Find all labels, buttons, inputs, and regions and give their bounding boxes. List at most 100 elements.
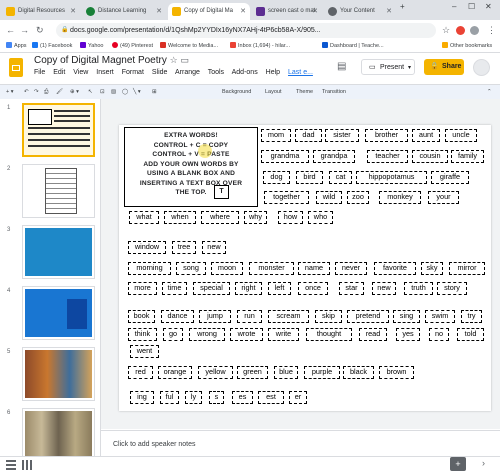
close-tab-icon[interactable]: ✕ (312, 3, 318, 20)
word-magnet[interactable]: brown (379, 366, 414, 379)
word-magnet[interactable]: wild (316, 191, 342, 204)
word-magnet[interactable]: tree (172, 241, 196, 254)
word-magnet[interactable]: mom (261, 129, 291, 142)
word-magnet[interactable]: jump (199, 310, 231, 323)
slide-thumbnail[interactable] (22, 347, 95, 401)
word-magnet[interactable]: ly (185, 391, 202, 404)
bookmark-yahoo[interactable]: Yahoo (80, 40, 104, 52)
document-title-text[interactable]: Copy of Digital Magnet Poetry (34, 55, 167, 66)
menu-arrange[interactable]: Arrange (175, 69, 200, 76)
paint-format-icon[interactable]: 🖌 (56, 85, 63, 99)
slides-logo-icon[interactable] (9, 58, 23, 77)
word-magnet[interactable]: er (289, 391, 307, 404)
close-tab-icon[interactable]: ✕ (386, 3, 392, 20)
word-magnet[interactable]: thought (306, 328, 352, 341)
word-magnet[interactable]: sister (325, 129, 359, 142)
bookmark-star-icon[interactable]: ☆ (442, 23, 450, 37)
word-magnet[interactable]: cousin (412, 150, 448, 163)
print-icon[interactable]: ⎙ (44, 85, 48, 99)
slide-thumbnail[interactable] (22, 225, 95, 279)
word-magnet[interactable]: your (428, 191, 459, 204)
menu-help[interactable]: Help (266, 69, 280, 76)
word-magnet[interactable]: went (130, 345, 159, 358)
minimize-icon[interactable]: – (452, 2, 456, 11)
word-magnet[interactable]: red (128, 366, 153, 379)
word-magnet[interactable]: name (298, 262, 330, 275)
word-magnet[interactable]: grandpa (313, 150, 355, 163)
transition-button[interactable]: Transition (322, 85, 346, 99)
word-magnet[interactable]: yes (396, 328, 420, 341)
close-tab-icon[interactable]: ✕ (70, 3, 76, 20)
word-magnet[interactable]: where (201, 211, 239, 224)
word-magnet[interactable]: favorite (374, 262, 416, 275)
close-tab-icon[interactable]: ✕ (156, 3, 162, 20)
word-magnet[interactable]: zoo (347, 191, 369, 204)
word-magnet[interactable]: uncle (445, 129, 477, 142)
bookmark-pinterest[interactable]: (49) Pinterest (112, 40, 153, 52)
word-magnet[interactable]: how (278, 211, 303, 224)
word-magnet[interactable]: scream (268, 310, 309, 323)
move-folder-icon[interactable]: ▭ (180, 55, 189, 65)
slide-thumbnail[interactable] (22, 408, 95, 462)
star-icon[interactable]: ☆ (170, 55, 178, 65)
background-button[interactable]: Background (222, 85, 251, 99)
word-magnet[interactable]: told (457, 328, 484, 341)
close-tab-icon[interactable]: ✕ (240, 3, 246, 20)
word-magnet[interactable]: hippopotamus (356, 171, 427, 184)
browser-tab[interactable]: Your Content ✕ (324, 3, 396, 20)
explore-icon[interactable]: + (450, 457, 466, 471)
bookmark-facebook[interactable]: (1) Facebook (32, 40, 72, 52)
word-magnet[interactable]: think (128, 328, 157, 341)
word-magnet[interactable]: no (429, 328, 449, 341)
word-magnet[interactable]: yellow (198, 366, 233, 379)
profile-avatar[interactable] (470, 26, 479, 35)
word-magnet[interactable]: write (268, 328, 299, 341)
word-magnet[interactable]: orange (158, 366, 192, 379)
word-magnet[interactable]: read (359, 328, 387, 341)
close-window-icon[interactable]: ✕ (485, 2, 492, 11)
word-magnet[interactable]: teacher (367, 150, 408, 163)
word-magnet[interactable]: truth (404, 282, 433, 295)
word-magnet[interactable]: song (176, 262, 206, 275)
menu-view[interactable]: View (73, 69, 88, 76)
image-icon[interactable]: ▨ (111, 85, 116, 99)
word-magnet[interactable]: new (202, 241, 226, 254)
menu-edit[interactable]: Edit (53, 69, 65, 76)
present-button[interactable]: ▭ Present ▾ (361, 59, 415, 75)
word-magnet[interactable]: monster (249, 262, 294, 275)
instructions-box[interactable]: EXTRA WORDS! CONTROL + C = COPY CONTROL … (124, 127, 258, 207)
word-magnet[interactable]: family (451, 150, 484, 163)
speaker-notes[interactable]: Click to add speaker notes (101, 430, 500, 457)
new-slide-icon[interactable]: + ▾ (6, 85, 14, 99)
word-magnet[interactable]: book (128, 310, 155, 323)
sample-text-box[interactable]: T (214, 185, 229, 199)
word-magnet[interactable]: bird (296, 171, 323, 184)
slide-thumbnail[interactable] (22, 164, 95, 218)
word-magnet[interactable]: morning (128, 262, 171, 275)
word-magnet[interactable]: dad (295, 129, 322, 142)
word-magnet[interactable]: wrong (189, 328, 225, 341)
last-edit-link[interactable]: Last e... (288, 69, 313, 76)
word-magnet[interactable]: pretend (347, 310, 389, 323)
word-magnet[interactable]: blue (274, 366, 298, 379)
url-field[interactable]: 🔒 docs.google.com/presentation/d/1QshMp2… (56, 23, 436, 38)
word-magnet[interactable]: what (129, 211, 159, 224)
word-magnet[interactable]: es (232, 391, 253, 404)
grid-view-icon[interactable] (22, 460, 32, 470)
word-magnet[interactable]: swim (425, 310, 455, 323)
word-magnet[interactable]: cat (329, 171, 352, 184)
filmstrip-view-icon[interactable] (6, 460, 16, 470)
menu-format[interactable]: Format (122, 69, 144, 76)
word-magnet[interactable]: new (372, 282, 396, 295)
word-magnet[interactable]: monkey (379, 191, 421, 204)
word-magnet[interactable]: mirror (449, 262, 485, 275)
back-icon[interactable]: ← (6, 23, 15, 37)
word-magnet[interactable]: grandma (261, 150, 309, 163)
chevron-down-icon[interactable]: ▾ (408, 60, 411, 76)
word-magnet[interactable]: ful (160, 391, 179, 404)
word-magnet[interactable]: sing (393, 310, 420, 323)
word-magnet[interactable]: moon (211, 262, 243, 275)
browser-tab[interactable]: Digital Resources ✕ (2, 3, 80, 20)
word-magnet[interactable]: purple (304, 366, 340, 379)
word-magnet[interactable]: who (308, 211, 333, 224)
